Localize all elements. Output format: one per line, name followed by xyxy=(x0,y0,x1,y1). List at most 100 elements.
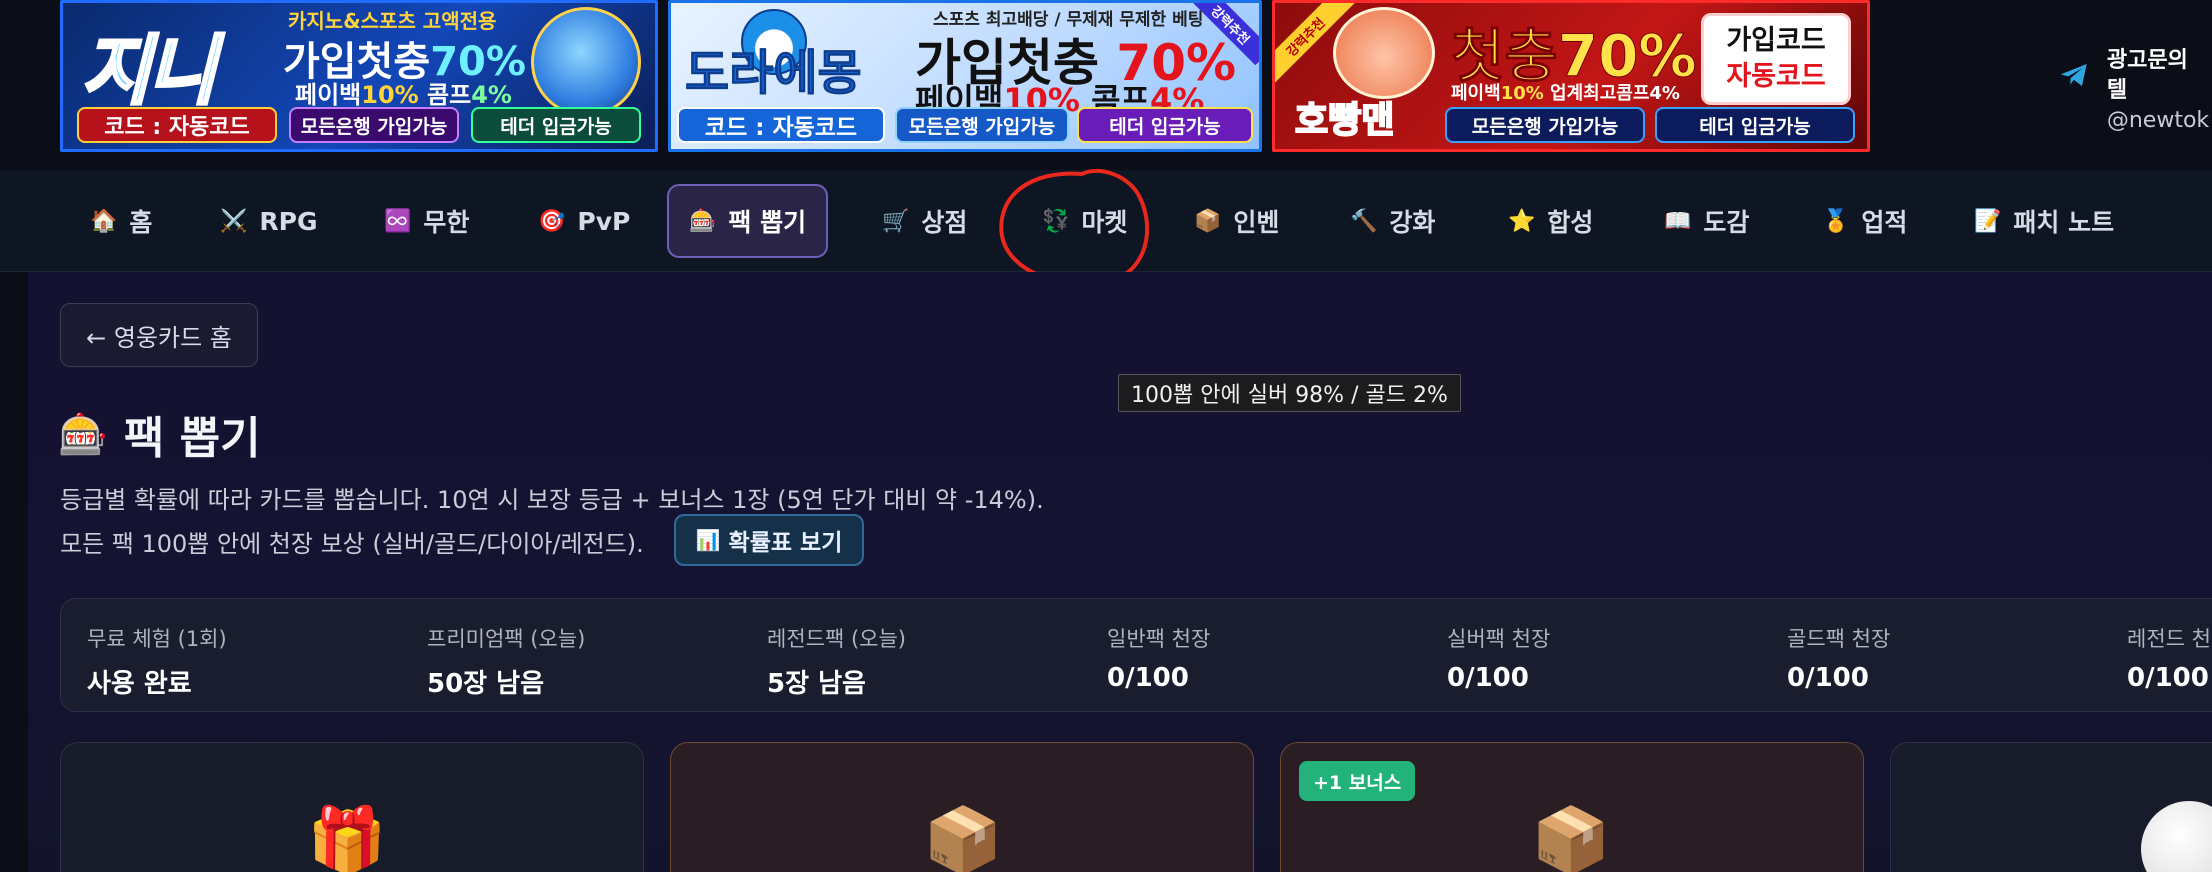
stat-premium-today: 프리미엄팩 (오늘) 50장 남음 xyxy=(427,623,585,700)
ad-code-box: 가입코드 자동코드 xyxy=(1701,13,1851,105)
stat-label: 레전드 천장 xyxy=(2127,627,2212,651)
stat-label: 레전드팩 (오늘) xyxy=(767,627,906,651)
stat-label: 실버팩 천장 xyxy=(1447,627,1551,651)
pack-card-10x[interactable]: +1 보너스 📦 xyxy=(1280,742,1864,872)
bar-chart-icon: 📊 xyxy=(695,528,721,552)
hammer-icon: 🔨 xyxy=(1350,208,1378,234)
ad-tagline: 페이백10% 업계최고콤프4% xyxy=(1451,83,1680,104)
nav-item-home[interactable]: 🏠 홈 xyxy=(70,184,172,258)
orb-icon xyxy=(2141,801,2212,872)
stat-label: 일반팩 천장 xyxy=(1107,627,1211,651)
ad-bank-pill: 모든은행 가입가능 xyxy=(1445,107,1645,143)
nav-label: 강화 xyxy=(1389,208,1436,237)
ad-subline: 페이백10% 콤프4% xyxy=(295,81,512,109)
memo-icon: 📝 xyxy=(1974,208,2002,234)
nav-item-infinite[interactable]: ♾️ 무한 xyxy=(364,184,489,258)
ad-tether-pill: 테더 입금가능 xyxy=(471,107,641,143)
stat-legend-pity: 레전드 천장 0/100 xyxy=(2127,623,2212,693)
stat-label: 골드팩 천장 xyxy=(1787,627,1891,651)
nav-item-pack-draw[interactable]: 🎰 팩 뽑기 xyxy=(667,184,829,258)
nav-label: RPG xyxy=(259,206,318,236)
ad-code-pill: 코드 : 자동코드 xyxy=(677,107,885,143)
ad-contact-title: 광고문의 텔 xyxy=(2106,48,2188,103)
cart-icon: 🛒 xyxy=(882,208,910,234)
hoppangman-mascot-icon xyxy=(1333,7,1435,99)
nav-item-pvp[interactable]: 🎯 PvP xyxy=(518,184,650,258)
nav-label: 인벤 xyxy=(1233,208,1280,237)
book-icon: 📖 xyxy=(1664,208,1692,234)
ad-banner-hoppangman[interactable]: 강력추천 호빵맨 첫충70% 페이백10% 업계최고콤프4% 가입코드 자동코드… xyxy=(1272,0,1870,152)
view-probability-table-button[interactable]: 📊 확률표 보기 xyxy=(674,514,864,566)
pack-card-special[interactable] xyxy=(1890,742,2212,872)
pack-card-free[interactable]: 🎁 xyxy=(60,742,644,872)
nav-item-inventory[interactable]: 📦 인벤 xyxy=(1174,184,1299,258)
description-line-1: 등급별 확률에 따라 카드를 뽑습니다. 10연 시 보장 등급 + 보너스 1… xyxy=(60,486,1044,514)
swords-icon: ⚔️ xyxy=(220,208,248,234)
pack-card-5x[interactable]: 📦 xyxy=(670,742,1254,872)
stat-free-trial: 무료 체험 (1회) 사용 완료 xyxy=(87,623,227,700)
nav-item-collection[interactable]: 📖 도감 xyxy=(1644,184,1769,258)
left-rail xyxy=(0,272,28,872)
genie-mascot-icon xyxy=(531,7,641,117)
stat-value: 0/100 xyxy=(1107,663,1189,693)
home-icon: 🏠 xyxy=(90,208,118,234)
star-icon: ⭐ xyxy=(1508,208,1536,234)
target-icon: 🎯 xyxy=(538,208,566,234)
ad-contact-handle: @newtok xyxy=(2106,108,2210,133)
stat-legend-today: 레전드팩 (오늘) 5장 남음 xyxy=(767,623,906,700)
slot-machine-icon: 🎰 xyxy=(689,208,717,234)
stat-value: 50장 남음 xyxy=(427,669,544,699)
stat-silver-pity: 실버팩 천장 0/100 xyxy=(1447,623,1550,693)
ad-code-pill: 코드 : 자동코드 xyxy=(77,107,277,143)
stat-normal-pity: 일반팩 천장 0/100 xyxy=(1107,623,1210,693)
stat-gold-pity: 골드팩 천장 0/100 xyxy=(1787,623,1890,693)
ad-banner-doraemon[interactable]: 도라에몽 스포츠 최고배당 / 무제재 무제한 베팅 강력추천 가입첫충 70%… xyxy=(668,0,1262,152)
nav-label: 홈 xyxy=(129,208,153,237)
ad-bank-pill: 모든은행 가입가능 xyxy=(289,107,459,143)
nav-item-market[interactable]: 💱 마켓 xyxy=(1022,184,1147,258)
exchange-icon: 💱 xyxy=(1042,208,1070,234)
nav-label: 무한 xyxy=(423,208,470,237)
gift-icon: 🎁 xyxy=(307,804,387,872)
stat-value: 사용 완료 xyxy=(87,669,192,699)
slot-machine-icon: 🎰 xyxy=(58,411,108,458)
stat-value: 0/100 xyxy=(1447,663,1529,693)
ad-tether-pill: 테더 입금가능 xyxy=(1077,107,1253,143)
nav-label: 팩 뽑기 xyxy=(728,208,807,237)
bonus-badge: +1 보너스 xyxy=(1299,761,1416,801)
main-nav: 🏠 홈 ⚔️ RPG ♾️ 무한 🎯 PvP 🎰 팩 뽑기 🛒 상점 💱 마켓 📦 인벤 🔨 강화… xyxy=(0,170,2212,272)
stat-value: 0/100 xyxy=(1787,663,1869,693)
stats-panel: 무료 체험 (1회) 사용 완료 프리미엄팩 (오늘) 50장 남음 레전드팩 … xyxy=(60,598,2212,712)
nav-label: 마켓 xyxy=(1081,208,1128,237)
ad-tether-pill: 테더 입금가능 xyxy=(1655,107,1855,143)
nav-label: 도감 xyxy=(1703,208,1750,237)
nav-item-combine[interactable]: ⭐ 합성 xyxy=(1488,184,1613,258)
ad-contact[interactable]: 광고문의 텔 @newtok xyxy=(2058,46,2212,136)
nav-item-shop[interactable]: 🛒 상점 xyxy=(862,184,987,258)
nav-item-enhance[interactable]: 🔨 강화 xyxy=(1330,184,1455,258)
telegram-icon xyxy=(2060,64,2087,86)
stat-value: 5장 남음 xyxy=(767,669,866,699)
stat-label: 무료 체험 (1회) xyxy=(87,627,227,651)
ad-banner-strip: 지니 카지노&스포츠 고액전용 가입첫충70% 페이백10% 콤프4% 코드 :… xyxy=(0,0,2212,170)
package-icon: 📦 xyxy=(923,804,1003,872)
nav-label: PvP xyxy=(577,206,631,236)
ad-logo: 지니 xyxy=(80,25,219,117)
page-title-text: 팩 뽑기 xyxy=(123,413,261,464)
nav-item-achievements[interactable]: 🏅 업적 xyxy=(1802,184,1927,258)
ad-logo: 도라에몽 xyxy=(685,45,863,102)
nav-label: 패치 노트 xyxy=(2013,208,2115,237)
stat-value: 0/100 xyxy=(2127,663,2209,693)
ad-banner-genie[interactable]: 지니 카지노&스포츠 고액전용 가입첫충70% 페이백10% 콤프4% 코드 :… xyxy=(60,0,658,152)
infinity-icon: ♾️ xyxy=(384,208,412,234)
page-title: 🎰 팩 뽑기 xyxy=(58,402,261,466)
nav-label: 업적 xyxy=(1861,208,1908,237)
nav-item-rpg[interactable]: ⚔️ RPG xyxy=(200,184,338,258)
stat-label: 프리미엄팩 (오늘) xyxy=(427,627,586,651)
medal-icon: 🏅 xyxy=(1822,208,1850,234)
nav-item-patch-notes[interactable]: 📝 패치 노트 xyxy=(1954,184,2134,258)
package-icon: 📦 xyxy=(1531,804,1611,872)
ad-bank-pill: 모든은행 가입가능 xyxy=(895,107,1069,143)
nav-label: 합성 xyxy=(1547,208,1594,237)
back-to-hero-card-home-button[interactable]: ← 영웅카드 홈 xyxy=(60,303,258,367)
